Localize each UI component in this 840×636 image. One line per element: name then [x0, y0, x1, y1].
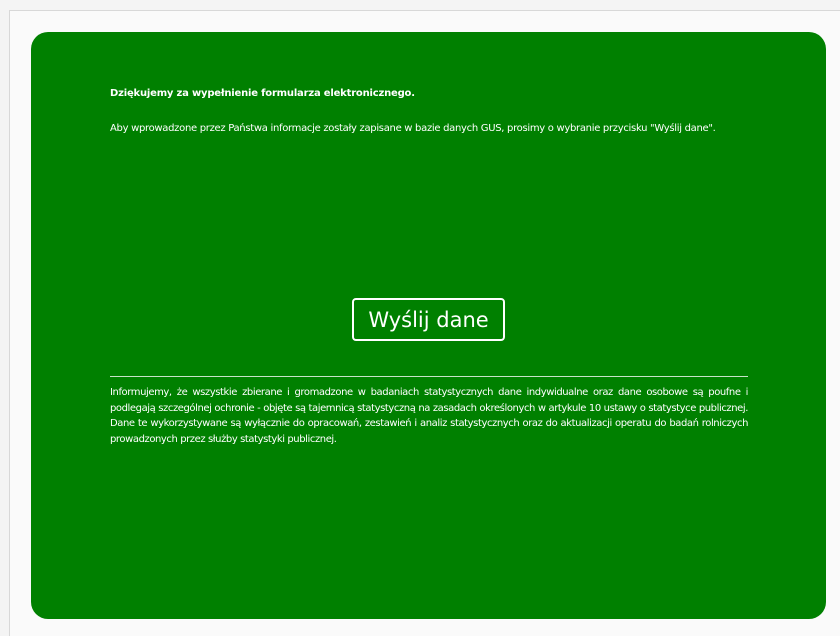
send-data-button[interactable]: Wyślij dane — [352, 298, 505, 341]
submit-instructions: Aby wprowadzone przez Państwa informacje… — [110, 123, 716, 134]
thanks-heading: Dziękujemy za wypełnienie formularza ele… — [110, 88, 415, 99]
confirmation-panel: Dziękujemy za wypełnienie formularza ele… — [31, 32, 826, 619]
divider — [110, 376, 748, 377]
privacy-notice: Informujemy, że wszystkie zbierane i gro… — [110, 387, 748, 445]
